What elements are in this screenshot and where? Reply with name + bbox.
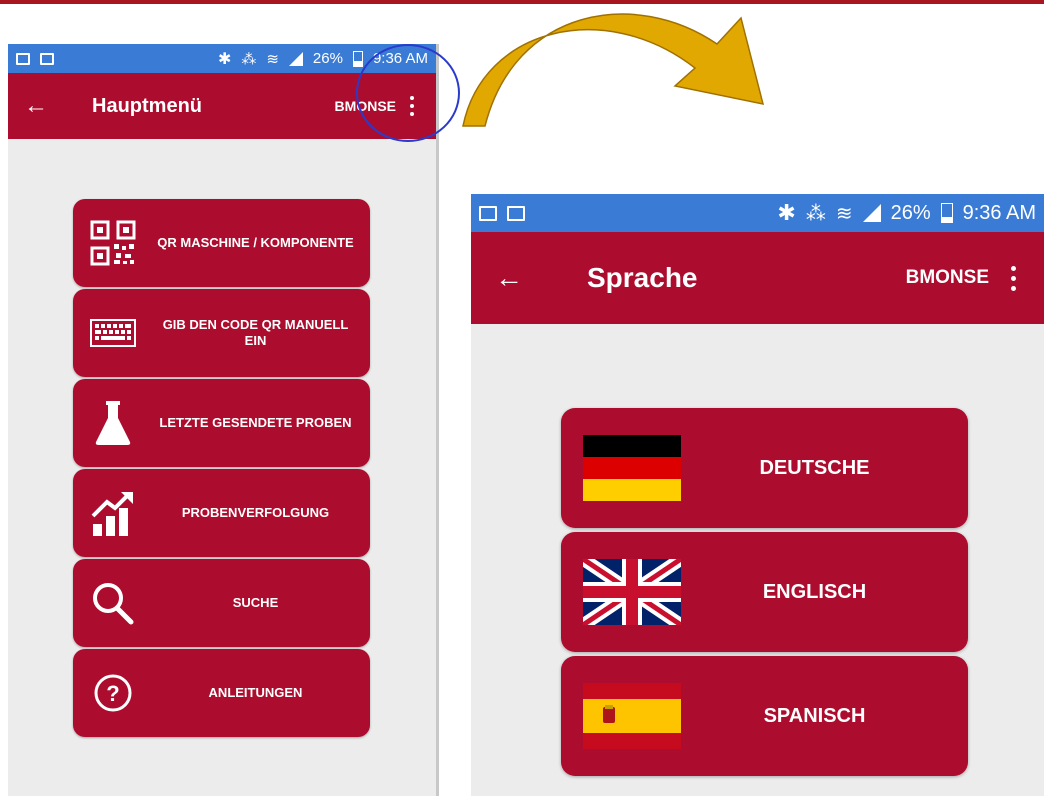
menu-item-label: SUCHE xyxy=(232,595,279,610)
menu-item-label: PROBENVERFOLGUNG xyxy=(181,505,330,520)
menu-item-recent-samples[interactable]: LETZTE GESENDETE PROBEN xyxy=(73,379,370,467)
mail-icon xyxy=(507,205,525,221)
language-screen: ✱ ⁂ ≋ 26% 9:36 AM ← Sprache BMONSE DEUTS… xyxy=(471,194,1044,796)
signal-icon xyxy=(288,51,303,66)
wifi-icon: ≋ xyxy=(266,50,279,68)
app-bar: ← Sprache BMONSE xyxy=(471,232,1044,324)
growth-chart-icon xyxy=(73,490,153,536)
spain-flag-icon xyxy=(583,683,681,749)
menu-item-label: QR MASCHINE / KOMPONENTE xyxy=(157,235,354,250)
svg-text:?: ? xyxy=(106,681,119,706)
vibrate-icon: ⁂ xyxy=(241,50,257,68)
mail-icon xyxy=(40,52,54,65)
clock: 9:36 AM xyxy=(962,201,1036,224)
wifi-icon: ≋ xyxy=(835,202,853,225)
language-label: ENGLISCH xyxy=(762,580,867,603)
menu-item-sample-tracking[interactable]: PROBENVERFOLGUNG xyxy=(73,469,370,557)
gallery-icon xyxy=(16,52,30,65)
menu-item-qr-machine[interactable]: QR MASCHINE / KOMPONENTE xyxy=(73,199,370,287)
vibrate-icon: ⁂ xyxy=(805,202,826,225)
menu-item-search[interactable]: SUCHE xyxy=(73,559,370,647)
language-label: SPANISCH xyxy=(763,704,866,727)
page-title: Hauptmenü xyxy=(92,94,202,117)
signal-icon xyxy=(862,204,881,222)
language-option-spanish[interactable]: SPANISCH xyxy=(561,656,968,776)
curved-arrow-icon xyxy=(462,13,765,127)
main-menu-list: QR MASCHINE / KOMPONENTE GIB DEN CODE QR… xyxy=(73,199,370,739)
germany-flag-icon xyxy=(583,435,681,501)
uk-flag-icon xyxy=(583,559,681,625)
username: BMONSE xyxy=(905,267,989,288)
battery-icon xyxy=(940,203,953,223)
language-label: DEUTSCHE xyxy=(759,456,870,479)
language-option-german[interactable]: DEUTSCHE xyxy=(561,408,968,528)
help-circle-icon: ? xyxy=(73,673,153,713)
keyboard-icon xyxy=(73,319,153,347)
battery-icon xyxy=(352,50,363,67)
main-menu-screen: ✱ ⁂ ≋ 26% 9:36 AM ← Hauptmenü BMONSE QR … xyxy=(8,44,439,796)
annotation-circle xyxy=(356,44,460,142)
flask-icon xyxy=(73,400,153,446)
menu-item-label: GIB DEN CODE QR MANUELL EIN xyxy=(162,317,349,348)
search-icon xyxy=(73,581,153,625)
qr-code-icon xyxy=(73,220,153,266)
menu-item-label: ANLEITUNGEN xyxy=(208,685,303,700)
bluetooth-icon: ✱ xyxy=(217,50,232,68)
menu-item-label: LETZTE GESENDETE PROBEN xyxy=(159,415,352,430)
top-divider xyxy=(0,0,1044,4)
battery-percent: 26% xyxy=(312,50,343,67)
page-title: Sprache xyxy=(587,262,698,293)
status-bar: ✱ ⁂ ≋ 26% 9:36 AM xyxy=(471,194,1044,232)
battery-percent: 26% xyxy=(890,201,931,224)
language-option-english[interactable]: ENGLISCH xyxy=(561,532,968,652)
language-list: DEUTSCHE ENGLISCH SPANISCH xyxy=(561,408,968,780)
menu-item-instructions[interactable]: ? ANLEITUNGEN xyxy=(73,649,370,737)
gallery-icon xyxy=(479,205,497,221)
arrow-left-icon[interactable]: ← xyxy=(471,262,535,294)
more-vert-icon[interactable] xyxy=(1011,265,1016,291)
bluetooth-icon: ✱ xyxy=(777,200,796,225)
arrow-left-icon[interactable]: ← xyxy=(8,92,64,120)
menu-item-manual-code[interactable]: GIB DEN CODE QR MANUELL EIN xyxy=(73,289,370,377)
